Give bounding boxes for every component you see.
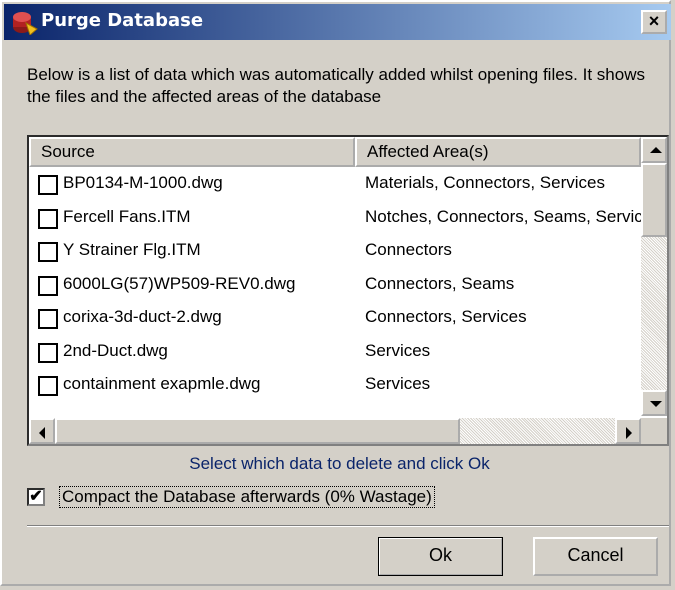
row-affected-areas: Connectors, Seams (365, 273, 515, 293)
row-checkbox[interactable] (38, 242, 58, 262)
list-item[interactable]: Y Strainer Flg.ITM Connectors (29, 234, 641, 268)
scroll-left-button[interactable] (29, 418, 55, 444)
window-title: Purge Database (41, 10, 204, 31)
description-text: Below is a list of data which was automa… (27, 65, 645, 106)
arrow-right-icon (626, 427, 632, 439)
row-checkbox[interactable] (38, 309, 58, 329)
scroll-right-button[interactable] (615, 418, 641, 444)
row-source: containment exapmle.dwg (63, 374, 261, 393)
row-source: BP0134-M-1000.dwg (63, 173, 223, 192)
row-affected-areas: Notches, Connectors, Seams, Services (365, 206, 641, 226)
row-checkbox[interactable] (38, 175, 58, 195)
database-purge-icon (13, 12, 38, 35)
separator (27, 525, 669, 527)
compact-database-label[interactable]: Compact the Database afterwards (0% Wast… (59, 486, 435, 508)
vertical-scrollbar[interactable] (641, 137, 667, 416)
compact-database-checkbox[interactable]: ✔ (27, 488, 45, 506)
row-affected-areas: Connectors (365, 240, 452, 259)
row-affected-areas: Connectors, Services (365, 307, 527, 326)
vertical-scroll-thumb[interactable] (641, 163, 667, 237)
row-source: Y Strainer Flg.ITM (63, 240, 201, 259)
row-source: Fercell Fans.ITM (63, 206, 191, 226)
list-item[interactable]: corixa-3d-duct-2.dwg Connectors, Services (29, 301, 641, 335)
list-item[interactable]: 2nd-Duct.dwg Services (29, 335, 641, 369)
row-checkbox[interactable] (38, 376, 58, 396)
list-rows: BP0134-M-1000.dwg Materials, Connectors, … (29, 167, 641, 402)
scrollbar-corner (641, 418, 667, 444)
arrow-up-icon (650, 147, 662, 153)
close-button[interactable]: × (641, 10, 667, 34)
list-item[interactable]: containment exapmle.dwg Services (29, 368, 641, 402)
arrow-down-icon (650, 401, 662, 407)
row-source: 2nd-Duct.dwg (63, 340, 168, 360)
ok-button[interactable]: Ok (378, 537, 503, 576)
column-header-source[interactable]: Source (29, 137, 355, 167)
instruction-text: Select which data to delete and click Ok (189, 454, 490, 473)
row-source: 6000LG(57)WP509-REV0.dwg (63, 273, 296, 293)
horizontal-scroll-thumb[interactable] (55, 418, 460, 444)
list-item[interactable]: BP0134-M-1000.dwg Materials, Connectors, … (29, 167, 641, 201)
row-checkbox[interactable] (38, 342, 58, 363)
scroll-down-button[interactable] (641, 390, 667, 416)
row-affected-areas: Services (365, 340, 431, 360)
cancel-button[interactable]: Cancel (533, 537, 658, 576)
row-affected-areas: Materials, Connectors, Services (365, 173, 605, 192)
title-bar[interactable]: Purge Database × (4, 4, 671, 40)
purge-list[interactable]: Source Affected Area(s) BP0134-M-1000.dw… (27, 135, 669, 446)
list-item[interactable]: 6000LG(57)WP509-REV0.dwg Connectors, Seam… (29, 268, 641, 302)
purge-database-dialog: Purge Database × Below is a list of data… (0, 0, 671, 586)
row-source: corixa-3d-duct-2.dwg (63, 307, 222, 326)
horizontal-scrollbar[interactable] (29, 418, 641, 444)
scroll-up-button[interactable] (641, 137, 667, 163)
list-item[interactable]: Fercell Fans.ITM Notches, Connectors, Sea… (29, 201, 641, 235)
list-header: Source Affected Area(s) (29, 137, 641, 167)
row-affected-areas: Services (365, 374, 431, 393)
row-checkbox[interactable] (38, 275, 58, 296)
row-checkbox[interactable] (38, 208, 58, 229)
column-header-affected-areas[interactable]: Affected Area(s) (355, 137, 641, 167)
arrow-left-icon (39, 427, 45, 439)
